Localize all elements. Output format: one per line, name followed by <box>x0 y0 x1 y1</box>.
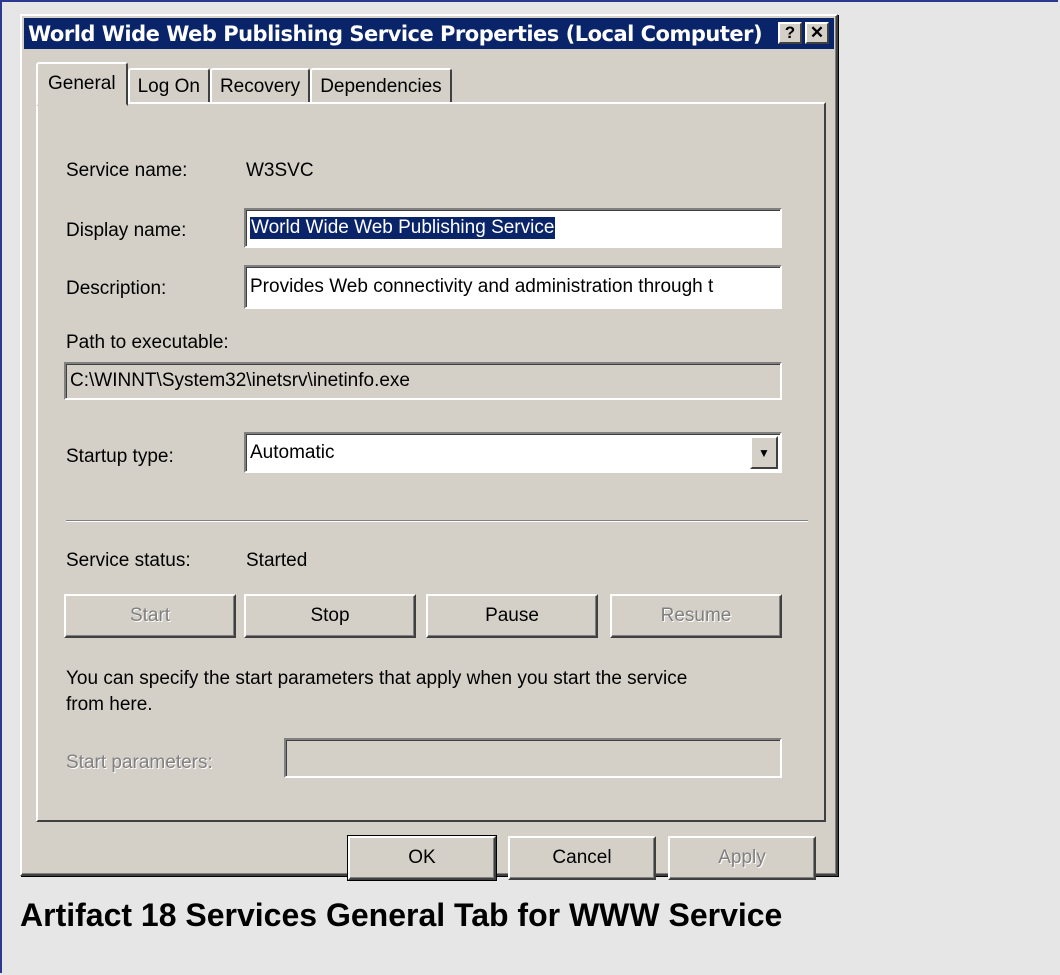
display-name-label: Display name: <box>66 220 187 241</box>
chevron-down-icon: ▼ <box>758 445 770 460</box>
display-name-value: World Wide Web Publishing Service <box>250 217 556 239</box>
service-status-label: Service status: <box>66 550 191 571</box>
description-field[interactable]: Provides Web connectivity and administra… <box>244 265 782 309</box>
tab-strip: General Log On Recovery Dependencies <box>36 60 452 106</box>
display-name-field[interactable]: World Wide Web Publishing Service <box>244 208 782 248</box>
apply-button[interactable]: Apply <box>668 836 816 880</box>
start-parameters-field[interactable] <box>284 738 782 778</box>
tab-recovery[interactable]: Recovery <box>209 68 311 104</box>
path-label: Path to executable: <box>66 332 229 353</box>
resume-button[interactable]: Resume <box>610 594 782 638</box>
tab-general[interactable]: General <box>36 62 128 106</box>
figure-caption: Artifact 18 Services General Tab for WWW… <box>20 897 783 933</box>
service-name-label: Service name: <box>66 160 188 181</box>
path-value: C:\WINNT\System32\inetsrv\inetinfo.exe <box>70 370 410 391</box>
tab-dependencies[interactable]: Dependencies <box>310 68 452 104</box>
info-text-line2: from here. <box>66 694 153 715</box>
path-field: C:\WINNT\System32\inetsrv\inetinfo.exe <box>64 362 782 400</box>
startup-type-label: Startup type: <box>66 446 174 467</box>
cancel-button[interactable]: Cancel <box>508 836 656 880</box>
general-tab-panel: Service name: W3SVC Display name: World … <box>36 102 826 822</box>
start-parameters-label: Start parameters: <box>66 752 213 773</box>
description-label: Description: <box>66 278 167 299</box>
tab-log-on[interactable]: Log On <box>127 68 210 104</box>
pause-button[interactable]: Pause <box>426 594 598 638</box>
close-icon: ✕ <box>809 23 825 42</box>
startup-type-value: Automatic <box>250 441 335 463</box>
title-bar[interactable]: World Wide Web Publishing Service Proper… <box>24 18 834 49</box>
help-button[interactable]: ? <box>778 22 802 44</box>
help-icon: ? <box>784 23 796 42</box>
info-text-line1: You can specify the start parameters tha… <box>66 668 688 689</box>
service-properties-dialog: World Wide Web Publishing Service Proper… <box>20 14 838 881</box>
startup-type-select[interactable]: Automatic ▼ <box>244 432 782 473</box>
service-name-value: W3SVC <box>246 160 314 181</box>
description-value: Provides Web connectivity and administra… <box>250 276 714 297</box>
close-button[interactable]: ✕ <box>805 22 829 44</box>
ok-button[interactable]: OK <box>347 835 497 881</box>
service-status-value: Started <box>246 550 308 571</box>
start-button[interactable]: Start <box>64 594 236 638</box>
stop-button[interactable]: Stop <box>244 594 416 638</box>
window-title: World Wide Web Publishing Service Proper… <box>28 21 763 46</box>
separator <box>66 520 808 522</box>
dropdown-arrow-button[interactable]: ▼ <box>750 436 778 469</box>
